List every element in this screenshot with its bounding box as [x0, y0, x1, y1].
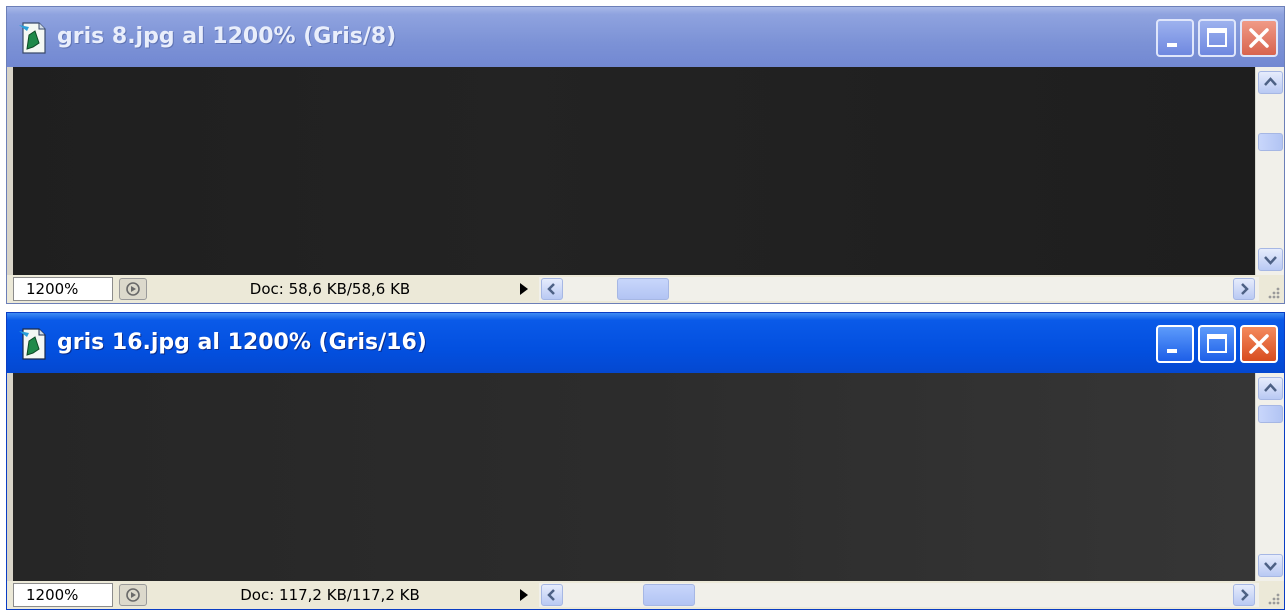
chevron-up-icon: [1264, 383, 1277, 392]
window-titlebar[interactable]: gris 16.jpg al 1200% (Gris/16): [7, 313, 1284, 373]
document-size-info: Doc: 117,2 KB/117,2 KB: [240, 586, 420, 604]
scroll-left-button[interactable]: [541, 278, 563, 300]
vertical-scroll-thumb[interactable]: [1258, 405, 1283, 423]
preview-button[interactable]: [119, 584, 147, 606]
maximize-icon: [1207, 28, 1227, 47]
photoshop-document-icon[interactable]: [17, 21, 49, 55]
status-menu-button[interactable]: [511, 278, 535, 300]
resize-grip-icon[interactable]: [1264, 589, 1282, 607]
scroll-up-button[interactable]: [1258, 377, 1283, 400]
scroll-right-button[interactable]: [1233, 278, 1255, 300]
maximize-button[interactable]: [1198, 19, 1236, 57]
triangle-right-icon: [520, 589, 528, 601]
chevron-right-icon: [1241, 589, 1249, 601]
triangle-right-icon: [520, 283, 528, 295]
close-icon: [1249, 28, 1269, 48]
scroll-up-button[interactable]: [1258, 71, 1283, 94]
window-titlebar[interactable]: gris 8.jpg al 1200% (Gris/8): [7, 7, 1284, 67]
preview-icon: [126, 588, 140, 602]
chevron-right-icon: [1241, 283, 1249, 295]
close-button[interactable]: [1240, 325, 1278, 363]
chevron-left-icon: [547, 589, 555, 601]
status-bar: 1200% Doc: 117,2 KB/117,2 KB: [7, 581, 1284, 609]
status-bar: 1200% Doc: 58,6 KB/58,6 KB: [7, 275, 1284, 303]
document-size-info: Doc: 58,6 KB/58,6 KB: [249, 280, 411, 298]
zoom-level-field[interactable]: 1200%: [13, 583, 113, 607]
vertical-scrollbar[interactable]: [1255, 373, 1284, 581]
photoshop-document-icon[interactable]: [17, 327, 49, 361]
horizontal-scroll-thumb[interactable]: [617, 278, 669, 300]
minimize-button[interactable]: [1156, 19, 1194, 57]
vertical-scrollbar[interactable]: [1255, 67, 1284, 275]
maximize-button[interactable]: [1198, 325, 1236, 363]
chevron-down-icon: [1264, 256, 1277, 265]
close-icon: [1249, 334, 1269, 354]
window-title: gris 8.jpg al 1200% (Gris/8): [57, 24, 397, 49]
scroll-left-button[interactable]: [541, 584, 563, 606]
horizontal-scrollbar[interactable]: [539, 277, 1259, 301]
chevron-left-icon: [547, 283, 555, 295]
zoom-level-field[interactable]: 1200%: [13, 277, 113, 301]
resize-grip-icon[interactable]: [1264, 283, 1282, 301]
scroll-right-button[interactable]: [1233, 584, 1255, 606]
image-canvas[interactable]: [13, 373, 1255, 581]
horizontal-scrollbar[interactable]: [539, 583, 1259, 607]
scroll-down-button[interactable]: [1258, 554, 1283, 577]
minimize-button[interactable]: [1156, 325, 1194, 363]
document-window-gris-8[interactable]: gris 8.jpg al 1200% (Gris/8) 1200% Doc: …: [6, 6, 1285, 304]
preview-icon: [126, 282, 140, 296]
horizontal-scroll-thumb[interactable]: [643, 584, 695, 606]
vertical-scroll-thumb[interactable]: [1258, 133, 1283, 151]
chevron-down-icon: [1264, 562, 1277, 571]
scroll-down-button[interactable]: [1258, 248, 1283, 271]
close-button[interactable]: [1240, 19, 1278, 57]
minimize-icon: [1167, 43, 1177, 47]
document-window-gris-16[interactable]: gris 16.jpg al 1200% (Gris/16) 1200% Doc…: [6, 312, 1285, 610]
image-canvas[interactable]: [13, 67, 1255, 275]
chevron-up-icon: [1264, 77, 1277, 86]
maximize-icon: [1207, 334, 1227, 353]
window-title: gris 16.jpg al 1200% (Gris/16): [57, 330, 427, 355]
preview-button[interactable]: [119, 278, 147, 300]
minimize-icon: [1167, 349, 1177, 353]
status-menu-button[interactable]: [511, 584, 535, 606]
